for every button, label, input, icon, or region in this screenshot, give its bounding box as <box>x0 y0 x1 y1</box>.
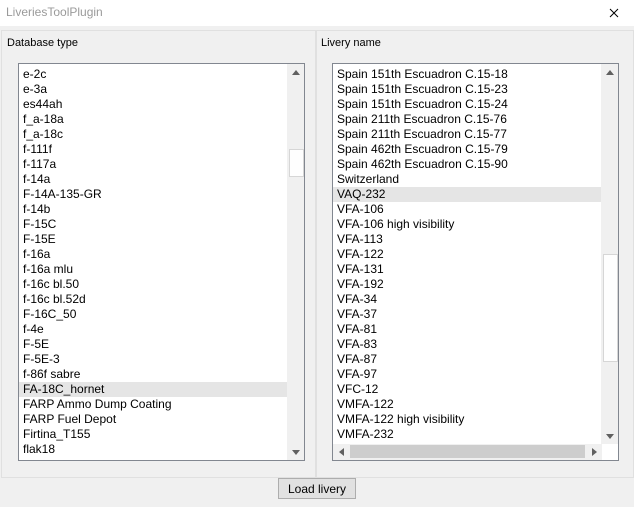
livery-name-list-item[interactable]: VFA-192 <box>333 277 602 292</box>
scroll-up-arrow-icon <box>606 69 614 75</box>
scroll-down-arrow-icon <box>292 449 300 455</box>
database-type-list-item[interactable]: FA-18C_hornet <box>19 382 288 397</box>
database-type-list-item[interactable]: f-16c bl.50 <box>19 277 288 292</box>
scroll-right-button[interactable] <box>586 444 602 460</box>
database-type-list-item[interactable]: f-4e <box>19 322 288 337</box>
scrollbar-thumb[interactable] <box>289 149 304 177</box>
window-title: LiveriesToolPlugin <box>6 5 103 19</box>
database-type-list-item[interactable]: F-16C_50 <box>19 307 288 322</box>
livery-name-list-item[interactable]: VFA-131 <box>333 262 602 277</box>
database-type-list-item[interactable]: f-14a <box>19 172 288 187</box>
database-type-list-item[interactable]: f-86f sabre <box>19 367 288 382</box>
livery-name-list-item[interactable]: VFA-113 <box>333 232 602 247</box>
livery-name-hscrollbar[interactable] <box>333 444 602 460</box>
database-type-list-item[interactable]: f_a-18a <box>19 112 288 127</box>
database-type-list-item[interactable]: e-2c <box>19 67 288 82</box>
livery-name-list-item[interactable]: Switzerland <box>333 172 602 187</box>
livery-name-list-item[interactable]: VAQ-232 <box>333 187 602 202</box>
livery-name-list-item[interactable]: VFA-106 high visibility <box>333 217 602 232</box>
livery-name-list-item[interactable]: Spain 211th Escuadron C.15-77 <box>333 127 602 142</box>
database-type-list-item[interactable]: Firtina_T155 <box>19 427 288 442</box>
scrollbar-thumb[interactable] <box>603 254 618 362</box>
livery-name-list-item[interactable]: VFA-83 <box>333 337 602 352</box>
livery-name-list-item[interactable]: Spain 151th Escuadron C.15-23 <box>333 82 602 97</box>
database-type-list-item[interactable]: es44ah <box>19 97 288 112</box>
livery-name-list-item[interactable]: VFA-34 <box>333 292 602 307</box>
livery-name-list-item[interactable]: VMFA-122 high visibility <box>333 412 602 427</box>
database-type-list-item[interactable]: F-15E <box>19 232 288 247</box>
livery-name-list-item[interactable]: VFC-12 <box>333 382 602 397</box>
scroll-up-button[interactable] <box>288 64 304 80</box>
database-type-list-item[interactable]: FARP Ammo Dump Coating <box>19 397 288 412</box>
scroll-left-arrow-icon <box>338 448 344 456</box>
close-button[interactable] <box>597 1 631 25</box>
livery-name-list-item[interactable]: Spain 462th Escuadron C.15-79 <box>333 142 602 157</box>
horizontal-scrollbar-thumb[interactable] <box>350 445 585 458</box>
livery-name-list-item[interactable]: VFA-106 <box>333 202 602 217</box>
livery-name-list-item[interactable]: VMFA-232 <box>333 427 602 442</box>
scroll-up-arrow-icon <box>292 69 300 75</box>
plugin-window: LiveriesToolPlugin Database type Livery … <box>0 0 634 507</box>
database-type-items: e-2c e-3a es44ah f_a-18a f_a-18c f-111f f-117a… <box>19 67 288 457</box>
close-icon <box>609 8 619 18</box>
livery-name-list-item[interactable]: VFA-87 <box>333 352 602 367</box>
livery-name-list[interactable]: Spain 151th Escuadron C.15-18 Spain 151th… <box>332 63 619 461</box>
livery-name-list-item[interactable]: VFA-37 <box>333 307 602 322</box>
database-type-list-item[interactable]: F-5E <box>19 337 288 352</box>
livery-name-list-item[interactable]: Spain 211th Escuadron C.15-76 <box>333 112 602 127</box>
database-type-list-item[interactable]: e-3a <box>19 82 288 97</box>
database-type-list-item[interactable]: f_a-18c <box>19 127 288 142</box>
database-type-list-item[interactable]: flak18 <box>19 442 288 457</box>
database-type-list-item[interactable]: f-16a mlu <box>19 262 288 277</box>
scroll-up-button[interactable] <box>602 64 618 80</box>
livery-name-list-item[interactable]: Spain 151th Escuadron C.15-18 <box>333 67 602 82</box>
livery-name-list-item[interactable]: Spain 151th Escuadron C.15-24 <box>333 97 602 112</box>
database-type-list[interactable]: e-2c e-3a es44ah f_a-18a f_a-18c f-111f f-117a… <box>18 63 305 461</box>
database-type-list-item[interactable]: F-14A-135-GR <box>19 187 288 202</box>
scroll-left-button[interactable] <box>333 444 349 460</box>
database-type-list-item[interactable]: F-5E-3 <box>19 352 288 367</box>
database-type-vscrollbar[interactable] <box>287 64 304 460</box>
livery-name-vscrollbar[interactable] <box>601 64 618 444</box>
database-type-list-item[interactable]: FARP Fuel Depot <box>19 412 288 427</box>
database-type-list-item[interactable]: F-15C <box>19 217 288 232</box>
database-type-list-item[interactable]: f-111f <box>19 142 288 157</box>
livery-name-list-item[interactable]: VFA-81 <box>333 322 602 337</box>
title-bar: LiveriesToolPlugin <box>0 0 634 26</box>
scroll-down-button[interactable] <box>288 444 304 460</box>
livery-name-list-item[interactable]: VFA-122 <box>333 247 602 262</box>
database-type-list-item[interactable]: f-14b <box>19 202 288 217</box>
database-type-list-item[interactable]: f-16c bl.52d <box>19 292 288 307</box>
scroll-down-arrow-icon <box>606 433 614 439</box>
scroll-right-arrow-icon <box>591 448 597 456</box>
livery-name-label: Livery name <box>321 37 381 49</box>
database-type-list-item[interactable]: f-117a <box>19 157 288 172</box>
livery-name-list-item[interactable]: VFA-97 <box>333 367 602 382</box>
scroll-down-button[interactable] <box>602 428 618 444</box>
livery-name-list-item[interactable]: VMFA-122 <box>333 397 602 412</box>
load-livery-button[interactable]: Load livery <box>278 478 356 499</box>
database-type-list-item[interactable]: f-16a <box>19 247 288 262</box>
livery-name-list-item[interactable]: Spain 462th Escuadron C.15-90 <box>333 157 602 172</box>
livery-name-items: Spain 151th Escuadron C.15-18 Spain 151th… <box>333 67 602 442</box>
database-type-label: Database type <box>7 37 78 49</box>
